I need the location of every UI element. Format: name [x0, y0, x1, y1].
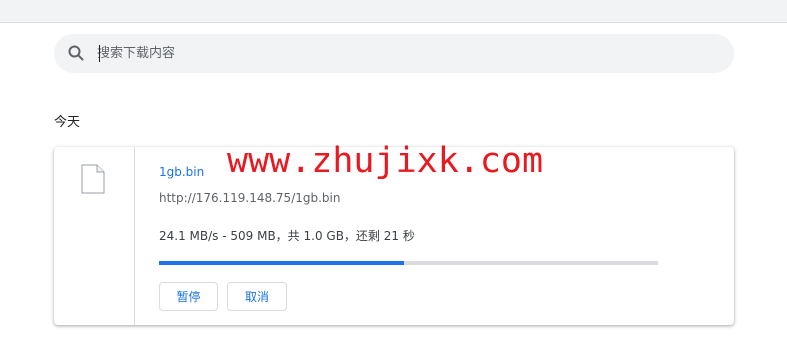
file-url[interactable]: http://176.119.148.75/1gb.bin — [159, 191, 340, 205]
search-bar[interactable] — [54, 34, 734, 73]
file-icon — [81, 164, 105, 194]
progress-bar — [159, 261, 658, 265]
watermark-text: www.zhujixk.com — [227, 141, 544, 181]
cancel-button[interactable]: 取消 — [227, 282, 287, 311]
file-icon-column — [54, 147, 135, 325]
download-status: 24.1 MB/s - 509 MB，共 1.0 GB，还剩 21 秒 — [159, 229, 415, 243]
top-bar — [0, 0, 787, 23]
progress-bar-fill — [159, 261, 404, 265]
date-section-label: 今天 — [54, 115, 81, 130]
search-input[interactable] — [97, 42, 697, 64]
file-name-link[interactable]: 1gb.bin — [159, 165, 204, 179]
pause-button[interactable]: 暂停 — [159, 282, 218, 311]
text-cursor — [99, 45, 100, 62]
search-icon — [67, 44, 85, 62]
